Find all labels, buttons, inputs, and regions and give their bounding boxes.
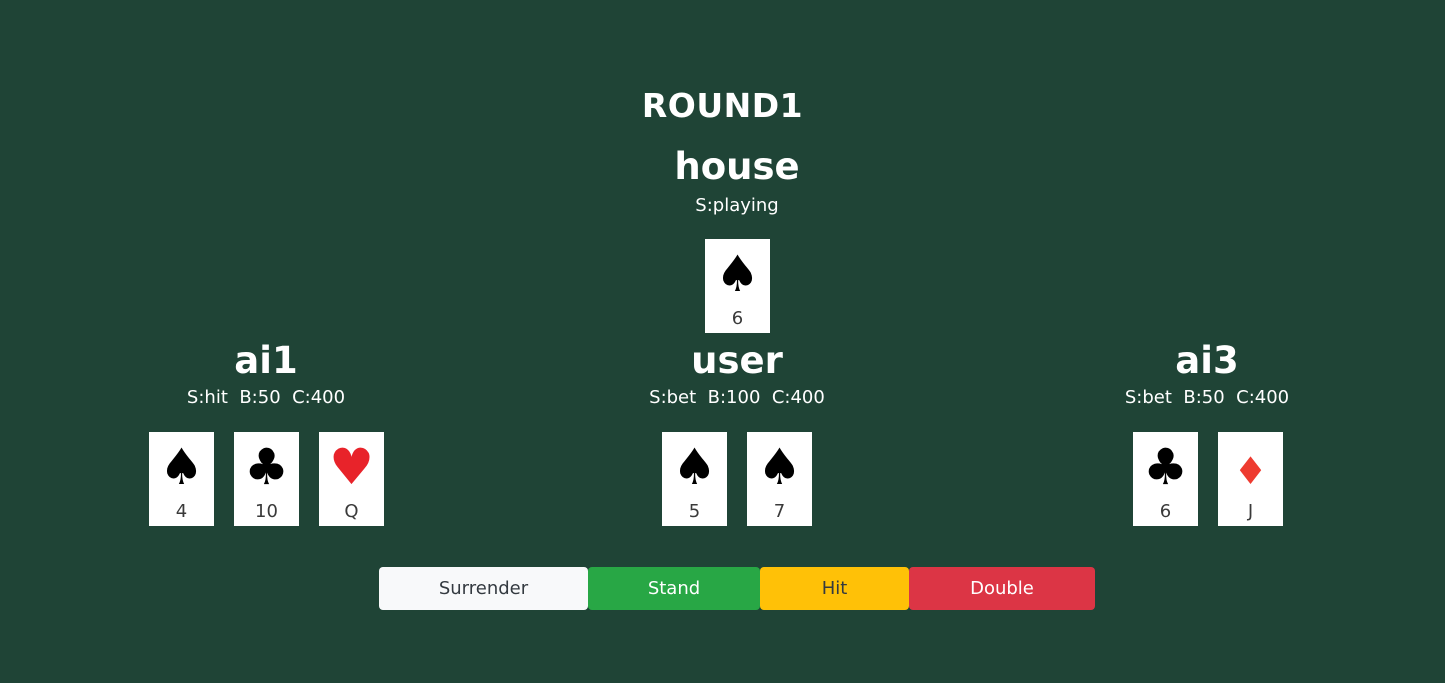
card-rank: Q <box>344 501 359 522</box>
spade-icon: ♠ <box>159 438 204 496</box>
ai1-card-2: ♣ 10 <box>234 432 299 526</box>
spade-icon: ♠ <box>672 438 717 496</box>
club-icon: ♣ <box>1143 438 1188 496</box>
ai1-card-3: ♥ Q <box>319 432 384 526</box>
hit-button[interactable]: Hit <box>760 567 909 610</box>
card-rank: 5 <box>688 501 701 522</box>
card-rank: 4 <box>175 501 188 522</box>
club-icon: ♣ <box>244 438 289 496</box>
user-card-2: ♠ 7 <box>747 432 812 526</box>
spade-icon: ♠ <box>715 245 760 303</box>
diamond-icon: ♦ <box>1233 449 1268 493</box>
ai1-stats: S:hit B:50 C:400 <box>186 387 346 408</box>
card-rank: 10 <box>255 501 278 522</box>
ai3-card-1: ♣ 6 <box>1133 432 1198 526</box>
ai3-stats: S:bet B:50 C:400 <box>1124 387 1290 408</box>
double-button[interactable]: Double <box>909 567 1095 610</box>
spade-icon: ♠ <box>757 438 802 496</box>
house-status: S:playing <box>695 195 779 216</box>
card-rank: 6 <box>1159 501 1172 522</box>
user-stats: S:bet B:100 C:400 <box>649 387 825 408</box>
ai3-card-2: ♦ J <box>1218 432 1283 526</box>
card-rank: 6 <box>731 308 744 329</box>
house-name: house <box>674 145 800 188</box>
surrender-button[interactable]: Surrender <box>379 567 588 610</box>
stand-button[interactable]: Stand <box>588 567 760 610</box>
card-rank: 7 <box>773 501 786 522</box>
round-title: ROUND1 <box>641 86 804 125</box>
card-rank: J <box>1247 501 1254 522</box>
ai3-name: ai3 <box>1175 339 1239 382</box>
ai1-card-1: ♠ 4 <box>149 432 214 526</box>
user-name: user <box>691 339 783 382</box>
user-card-1: ♠ 5 <box>662 432 727 526</box>
ai1-name: ai1 <box>234 339 298 382</box>
heart-icon: ♥ <box>329 438 374 496</box>
house-card-1: ♠ 6 <box>705 239 770 333</box>
